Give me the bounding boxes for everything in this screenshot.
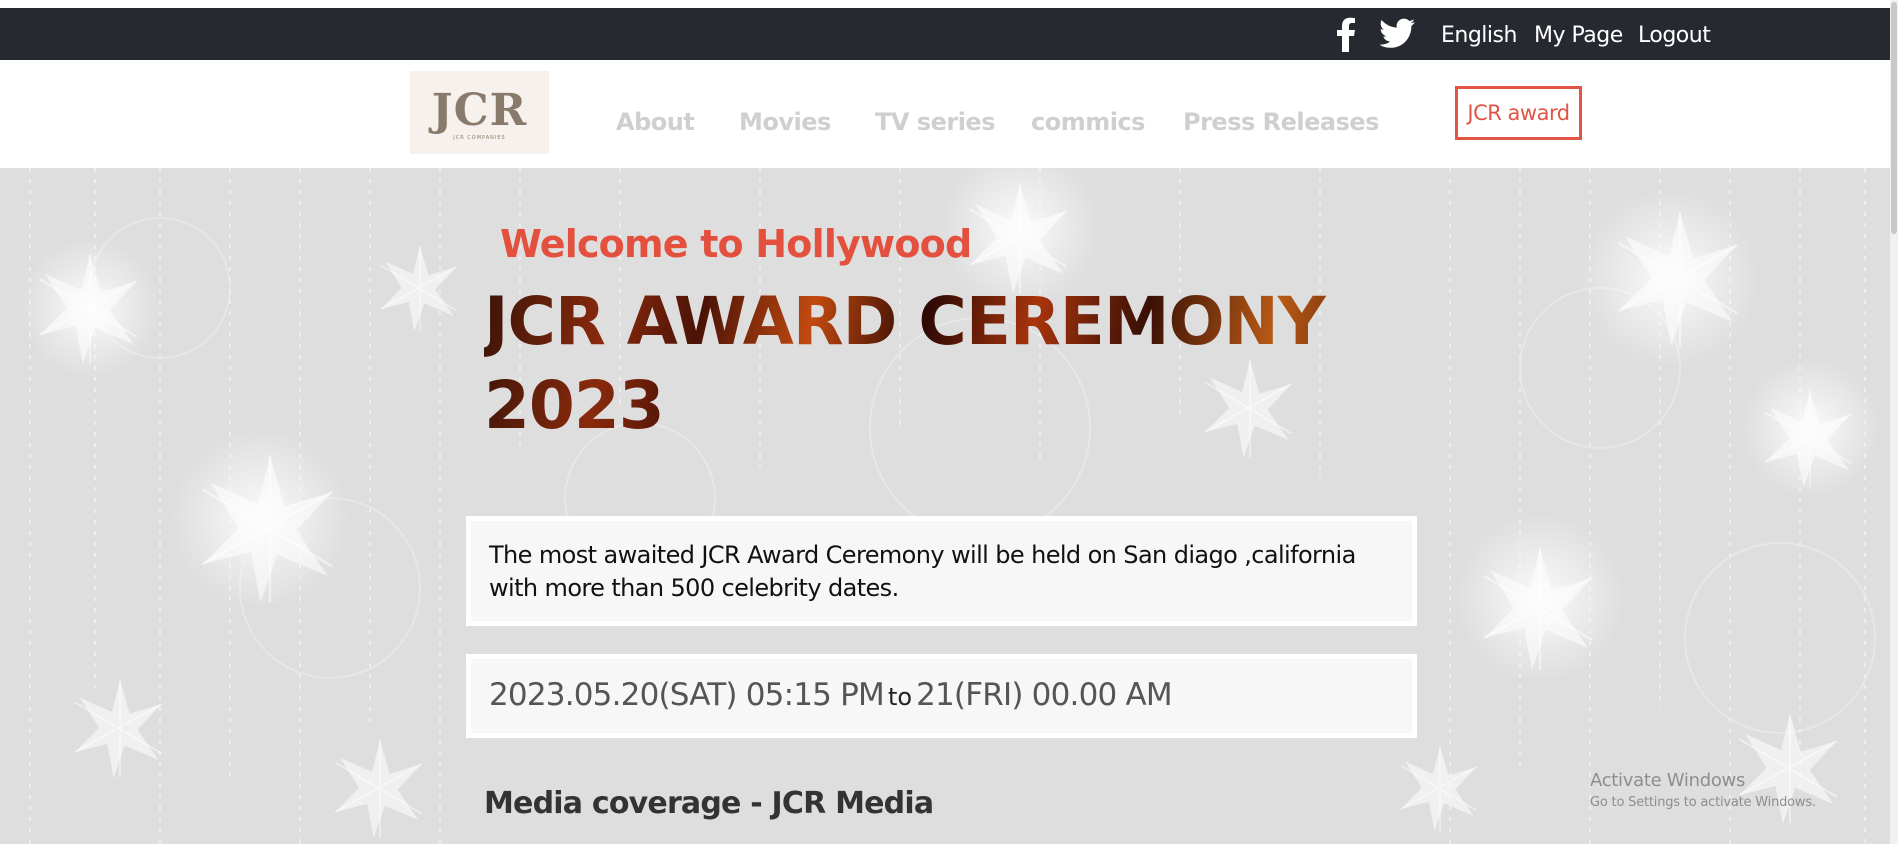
logout-link[interactable]: Logout: [1638, 23, 1711, 48]
nav-link-press-releases[interactable]: Press Releases: [1183, 108, 1379, 136]
date-end: 21(FRI) 00.00 AM: [916, 677, 1173, 713]
snowflake-background: [0, 168, 1898, 844]
nav-link-commics[interactable]: commics: [1031, 108, 1145, 136]
facebook-icon[interactable]: [1334, 16, 1358, 52]
language-link[interactable]: English: [1441, 23, 1517, 48]
watermark-line-1: Activate Windows: [1590, 770, 1746, 791]
jcr-award-button[interactable]: JCR award: [1455, 86, 1582, 140]
top-bar: English My Page Logout: [0, 8, 1898, 60]
date-start: 2023.05.20(SAT) 05:15 PM: [489, 677, 885, 713]
welcome-heading: Welcome to Hollywood: [500, 222, 972, 266]
logo-text: JCR: [431, 85, 528, 136]
nav-link-movies[interactable]: Movies: [739, 108, 831, 136]
twitter-icon[interactable]: [1379, 18, 1416, 50]
main-navbar: JCR JCR COMPANIES About Movies TV series…: [0, 60, 1898, 168]
activate-windows-watermark: Activate Windows Go to Settings to activ…: [1590, 770, 1816, 810]
top-edge: [0, 0, 1898, 8]
page-scrollbar[interactable]: [1890, 0, 1898, 844]
scrollbar-thumb[interactable]: [1891, 2, 1897, 234]
date-separator: to: [887, 683, 913, 711]
description-card: The most awaited JCR Award Ceremony will…: [466, 516, 1417, 626]
ceremony-title: JCR AWARD CEREMONY 2023: [484, 280, 1384, 448]
logo-subtext: JCR COMPANIES: [453, 135, 506, 141]
my-page-link[interactable]: My Page: [1534, 23, 1623, 48]
nav-link-about[interactable]: About: [616, 108, 695, 136]
nav-link-tv-series[interactable]: TV series: [875, 108, 996, 136]
description-text: The most awaited JCR Award Ceremony will…: [489, 541, 1356, 602]
watermark-line-2: Go to Settings to activate Windows.: [1590, 795, 1816, 810]
date-card: 2023.05.20(SAT) 05:15 PM to 21(FRI) 00.00 …: [466, 654, 1417, 738]
jcr-logo[interactable]: JCR JCR COMPANIES: [410, 71, 549, 154]
hero-section: Welcome to Hollywood JCR AWARD CEREMONY …: [0, 168, 1898, 844]
media-coverage-heading: Media coverage - JCR Media: [484, 786, 934, 821]
